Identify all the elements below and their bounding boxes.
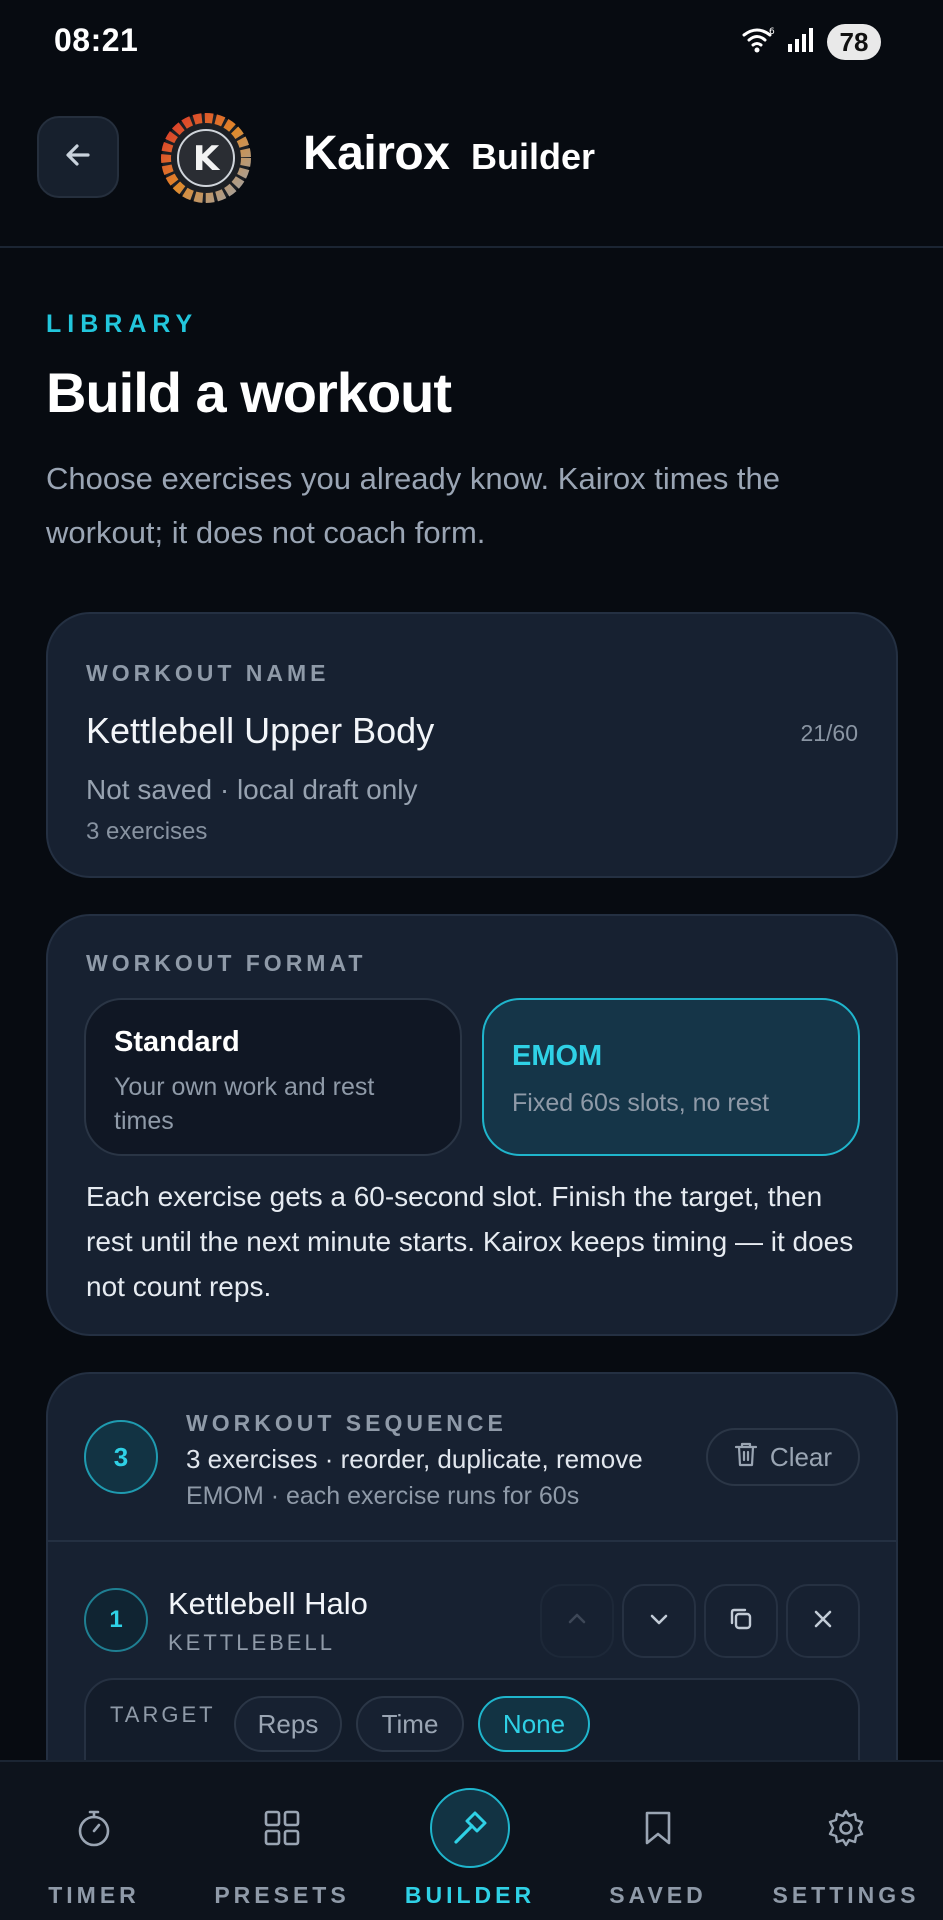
app-header: K Kairox Builder (0, 84, 943, 248)
workout-format-label: WORKOUT FORMAT (86, 950, 367, 976)
exercise-count: 3 exercises (86, 818, 208, 845)
workout-format-card: WORKOUT FORMAT Standard Your own work an… (46, 914, 898, 1336)
exercise-number: 1 (84, 1588, 148, 1652)
format-option-title: EMOM (512, 1040, 603, 1072)
target-chip-time[interactable]: Time (356, 1696, 464, 1752)
exercise-category: KETTLEBELL (168, 1630, 335, 1655)
nav-item-saved[interactable]: SAVED (564, 1762, 752, 1920)
section-eyebrow: LIBRARY (46, 310, 199, 338)
divider (48, 1540, 896, 1542)
sequence-count-badge: 3 (84, 1420, 158, 1494)
back-button[interactable] (37, 116, 119, 198)
format-option-description: Your own work and rest times (114, 1073, 375, 1135)
nav-label: SETTINGS (772, 1882, 920, 1908)
grid-icon (242, 1788, 322, 1868)
svg-text:K: K (193, 139, 221, 179)
workout-name-field[interactable]: Kettlebell Upper Body (86, 710, 434, 752)
nav-item-timer[interactable]: TIMER (0, 1762, 188, 1920)
move-up-button[interactable] (540, 1584, 614, 1658)
signal-icon (787, 27, 815, 58)
sequence-mode: EMOM · each exercise runs for 60s (186, 1482, 580, 1510)
target-chip-reps[interactable]: Reps (234, 1696, 342, 1752)
duplicate-button[interactable] (704, 1584, 778, 1658)
sequence-summary: 3 exercises · reorder, duplicate, remove (186, 1444, 643, 1474)
save-status: Not saved · local draft only (86, 774, 418, 805)
nav-item-presets[interactable]: PRESETS (188, 1762, 376, 1920)
brand-name: Kairox (303, 127, 450, 180)
nav-label: PRESETS (214, 1882, 350, 1908)
target-chip-none[interactable]: None (478, 1696, 590, 1752)
format-option-emom[interactable]: EMOM Fixed 60s slots, no rest (482, 998, 860, 1156)
status-time: 08:21 (54, 22, 139, 58)
format-option-standard[interactable]: Standard Your own work and rest times (84, 998, 462, 1156)
format-description: Each exercise gets a 60-second slot. Fin… (86, 1181, 854, 1302)
format-option-title: Standard (114, 1026, 240, 1058)
status-bar: 08:21 6 78 (0, 0, 943, 84)
page-subtitle: Builder (471, 136, 596, 177)
workout-name-label: WORKOUT NAME (86, 660, 330, 686)
format-option-description: Fixed 60s slots, no rest (512, 1089, 770, 1117)
nav-item-settings[interactable]: SETTINGS (752, 1762, 940, 1920)
stopwatch-icon (54, 1788, 134, 1868)
trash-icon (734, 1441, 758, 1474)
hammer-icon (430, 1788, 510, 1868)
battery-indicator: 78 (827, 24, 881, 60)
page-title: Build a workout (46, 361, 452, 424)
remove-button[interactable] (786, 1584, 860, 1658)
bookmark-icon (618, 1788, 698, 1868)
sequence-label: WORKOUT SEQUENCE (186, 1410, 507, 1436)
move-down-button[interactable] (622, 1584, 696, 1658)
clear-button-label: Clear (769, 1441, 833, 1472)
gear-icon (806, 1788, 886, 1868)
workout-name-card[interactable]: WORKOUT NAME Kettlebell Upper Body 21/60… (46, 612, 898, 878)
app-logo: K (158, 110, 254, 206)
nav-item-builder[interactable]: BUILDER (376, 1762, 564, 1920)
chevron-down-icon (647, 1607, 671, 1636)
arrow-left-icon (62, 139, 94, 176)
bottom-nav: TIMER PRESETS BUILDER SAVED SETTINGS (0, 1760, 943, 1920)
nav-label: BUILDER (404, 1882, 536, 1908)
wifi-icon: 6 (741, 26, 775, 59)
chevron-up-icon (565, 1607, 589, 1636)
copy-icon (728, 1606, 754, 1637)
target-label: TARGET (110, 1702, 216, 1727)
svg-text:6: 6 (769, 27, 775, 37)
nav-label: SAVED (609, 1882, 707, 1908)
nav-label: TIMER (48, 1882, 140, 1908)
status-icons: 6 78 (741, 22, 881, 62)
close-icon (811, 1607, 835, 1636)
clear-button[interactable]: Clear (706, 1428, 860, 1486)
char-count: 21/60 (800, 720, 858, 746)
exercise-name: Kettlebell Halo (168, 1586, 368, 1621)
intro-description: Choose exercises you already know. Kairo… (46, 461, 781, 550)
